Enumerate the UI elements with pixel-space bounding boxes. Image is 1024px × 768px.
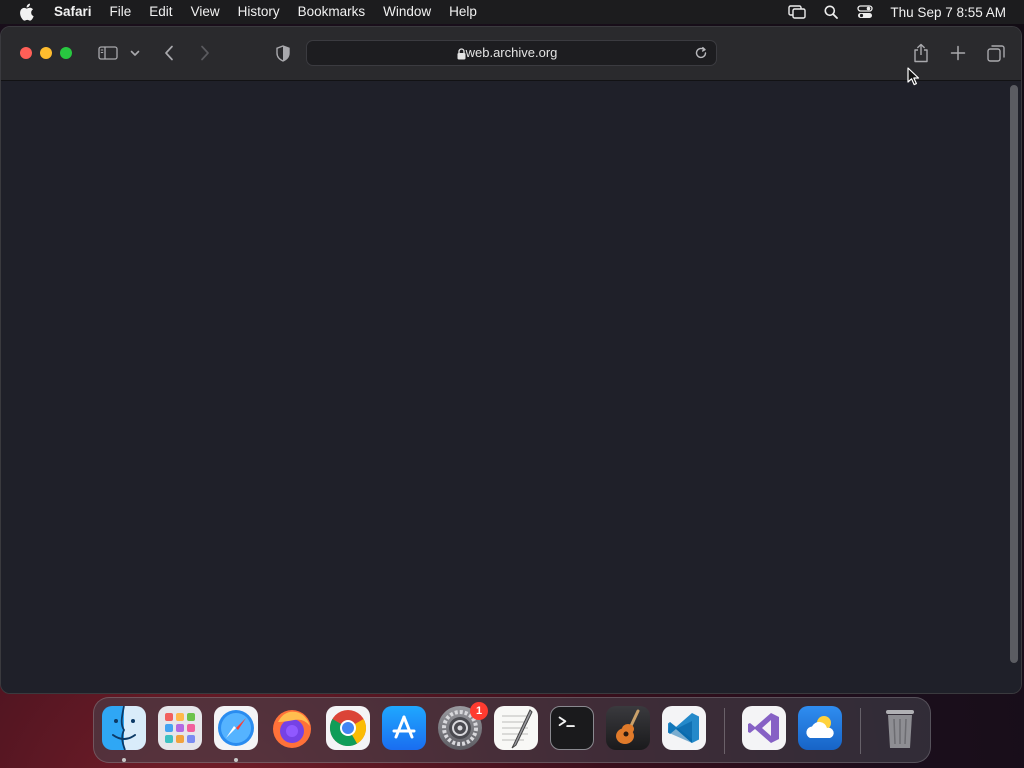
tab-group-dropdown-button[interactable] (128, 41, 142, 65)
vscode-icon[interactable] (662, 706, 706, 750)
menu-view[interactable]: View (182, 0, 229, 24)
apple-menu-icon[interactable] (16, 2, 36, 22)
menu-bar-clock[interactable]: Thu Sep 7 8:55 AM (890, 5, 1006, 20)
firefox-icon[interactable] (270, 706, 314, 750)
shield-icon (276, 44, 290, 62)
browser-toolbar: web.archive.org (1, 27, 1021, 81)
reload-icon[interactable] (694, 46, 708, 65)
tab-overview-icon (987, 44, 1005, 62)
control-center-icon[interactable] (854, 3, 876, 21)
tab-overview-button[interactable] (985, 41, 1007, 65)
chevron-right-icon (201, 45, 209, 61)
menu-bar: Safari File Edit View History Bookmarks … (0, 0, 1024, 24)
back-button[interactable] (161, 41, 177, 65)
launchpad-icon[interactable] (158, 706, 202, 750)
window-close-button[interactable] (20, 47, 32, 59)
chrome-icon[interactable] (326, 706, 370, 750)
forward-button[interactable] (197, 41, 213, 65)
menu-edit[interactable]: Edit (140, 0, 181, 24)
running-indicator (234, 758, 238, 762)
menu-app-safari[interactable]: Safari (46, 0, 101, 24)
sidebar-icon (98, 46, 118, 60)
menu-window[interactable]: Window (374, 0, 440, 24)
notification-badge: 1 (470, 702, 488, 720)
safari-icon[interactable] (214, 706, 258, 750)
menu-history[interactable]: History (229, 0, 289, 24)
mouse-cursor-icon (907, 67, 920, 91)
privacy-report-button[interactable] (274, 41, 292, 65)
running-indicator (122, 758, 126, 762)
textedit-icon[interactable] (494, 706, 538, 750)
menu-bookmarks[interactable]: Bookmarks (289, 0, 375, 24)
chevron-down-icon (130, 50, 140, 56)
plus-icon (950, 45, 966, 61)
menu-file[interactable]: File (101, 0, 141, 24)
app-store-icon[interactable] (382, 706, 426, 750)
safari-window: web.archive.org (0, 26, 1022, 694)
chevron-left-icon (165, 45, 173, 61)
dock: 1 (93, 697, 931, 763)
vertical-scrollbar[interactable] (1010, 85, 1018, 663)
dock-separator (724, 708, 725, 754)
visual-studio-icon[interactable] (742, 706, 786, 750)
menu-help[interactable]: Help (440, 0, 486, 24)
sidebar-toggle-button[interactable] (97, 41, 119, 65)
url-text: web.archive.org (465, 45, 558, 60)
dock-separator (860, 708, 861, 754)
new-tab-button[interactable] (948, 41, 968, 65)
web-content-area[interactable] (1, 81, 1021, 693)
weather-icon[interactable] (798, 706, 842, 750)
finder-icon[interactable] (102, 706, 146, 750)
trash-icon[interactable] (878, 706, 922, 750)
terminal-icon[interactable] (550, 706, 594, 750)
garageband-icon[interactable] (606, 706, 650, 750)
screen-mirroring-icon[interactable] (786, 3, 808, 21)
window-minimize-button[interactable] (40, 47, 52, 59)
share-icon (914, 43, 928, 63)
address-bar[interactable]: web.archive.org (306, 40, 717, 66)
share-button[interactable] (911, 41, 931, 65)
spotlight-search-icon[interactable] (820, 3, 842, 21)
window-zoom-button[interactable] (60, 47, 72, 59)
